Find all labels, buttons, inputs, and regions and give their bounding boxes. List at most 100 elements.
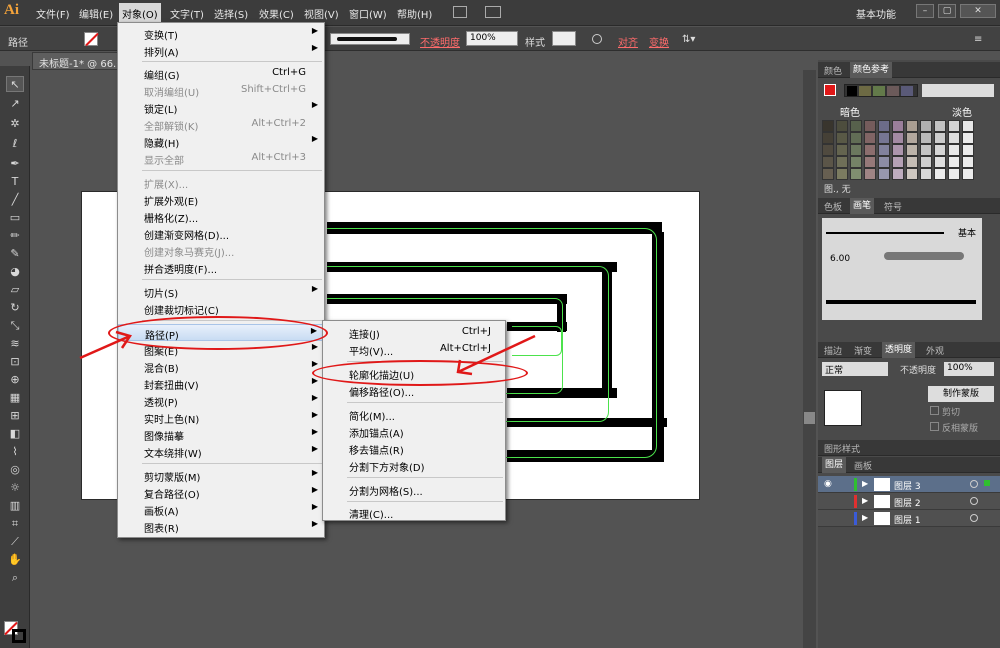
color-variation-swatch[interactable] [948,168,960,180]
isolate-icon[interactable]: ⇅▾ [682,34,695,45]
color-variation-swatch[interactable] [878,156,890,168]
blend-tool-icon[interactable]: ◎ [6,462,24,478]
transform-link[interactable]: 变换 [649,34,669,49]
layer-row[interactable]: ◉ ▶ 图层 3 [818,476,1000,493]
selection-tool-icon[interactable]: ↖ [6,76,24,92]
close-button[interactable]: ✕ [960,4,996,18]
eyedropper-tool-icon[interactable]: ⌇ [6,444,24,460]
menu-text[interactable]: 文字(T) [170,6,204,21]
tab-gradient[interactable]: 渐变 [854,344,872,357]
magic-wand-tool-icon[interactable]: ✲ [6,116,24,132]
menu-edit[interactable]: 编辑(E) [79,6,113,21]
color-variation-swatch[interactable] [850,144,862,156]
color-variation-swatch[interactable] [906,120,918,132]
color-variation-swatch[interactable] [850,132,862,144]
object-menu-perspective[interactable]: 透视(P) ▶ [118,392,324,409]
artboard-tool-icon[interactable]: ⌗ [6,516,24,532]
column-graph-tool-icon[interactable]: ▥ [6,498,24,514]
path-menu-clean-up[interactable]: 清理(C)... [323,504,505,521]
object-menu-lock[interactable]: 锁定(L) ▶ [118,99,324,116]
path-menu-simplify[interactable]: 简化(M)... [323,406,505,423]
workspace-switcher[interactable]: 基本功能 [856,6,896,21]
color-variation-swatch[interactable] [934,144,946,156]
color-variation-swatch[interactable] [962,132,974,144]
make-mask-button[interactable]: 制作蒙版 [928,386,994,402]
color-variation-swatch[interactable] [850,120,862,132]
color-variation-swatch[interactable] [948,120,960,132]
color-variation-swatch[interactable] [920,156,932,168]
slice-tool-icon[interactable]: ⟋ [6,534,24,550]
bridge-icon[interactable] [453,6,467,18]
align-link[interactable]: 对齐 [618,34,638,49]
color-variation-swatch[interactable] [836,120,848,132]
tab-color-guide[interactable]: 颜色参考 [850,62,893,78]
color-variation-swatch[interactable] [962,144,974,156]
arrange-documents-icon[interactable] [485,6,501,18]
color-variation-swatch[interactable] [850,156,862,168]
tab-artboards[interactable]: 画板 [854,459,872,472]
object-menu-rasterize[interactable]: 栅格化(Z)... [118,208,324,225]
object-menu-live-paint[interactable]: 实时上色(N) ▶ [118,409,324,426]
expand-arrow-icon[interactable]: ▶ [862,496,868,505]
pencil-tool-icon[interactable]: ✎ [6,246,24,262]
object-menu-transform[interactable]: 变换(T) ▶ [118,25,324,42]
object-menu-create-trim-marks[interactable]: 创建裁切标记(C) [118,300,324,317]
color-variation-swatch[interactable] [892,168,904,180]
object-menu-artboards[interactable]: 画板(A) ▶ [118,501,324,518]
tab-graphic-styles[interactable]: 图形样式 [824,442,860,455]
symbol-sprayer-tool-icon[interactable]: ☼ [6,480,24,496]
style-dropdown[interactable] [552,31,576,46]
warp-tool-icon[interactable]: ≋ [6,336,24,352]
object-menu-flatten-transparency[interactable]: 拼合透明度(F)... [118,259,324,276]
color-variation-swatch[interactable] [822,144,834,156]
object-menu-clipping-mask[interactable]: 剪切蒙版(M) ▶ [118,467,324,484]
object-menu-text-wrap[interactable]: 文本绕排(W) ▶ [118,443,324,460]
color-variation-swatch[interactable] [864,168,876,180]
color-variation-swatch[interactable] [892,120,904,132]
color-variation-swatch[interactable] [836,168,848,180]
opacity-link[interactable]: 不透明度 [420,34,460,49]
path-menu-divide-objects-below[interactable]: 分割下方对象(D) [323,457,505,474]
tab-appearance[interactable]: 外观 [926,344,944,357]
object-menu-graph[interactable]: 图表(R) ▶ [118,518,324,535]
target-icon[interactable] [970,497,978,505]
harmony-colors-strip[interactable] [844,84,918,97]
type-tool-icon[interactable]: T [6,174,24,190]
opacity-input[interactable]: 100% [944,362,994,376]
object-menu-blend[interactable]: 混合(B) ▶ [118,358,324,375]
recolor-icon[interactable] [592,34,602,44]
color-variation-swatch[interactable] [822,120,834,132]
color-variation-swatch[interactable] [836,132,848,144]
lasso-tool-icon[interactable]: ℓ [6,136,24,152]
color-variation-swatch[interactable] [878,120,890,132]
paintbrush-tool-icon[interactable]: ✏ [6,228,24,244]
gradient-tool-icon[interactable]: ◧ [6,426,24,442]
color-variation-swatch[interactable] [948,156,960,168]
color-variation-swatch[interactable] [962,168,974,180]
color-variation-swatch[interactable] [892,132,904,144]
expand-arrow-icon[interactable]: ▶ [862,513,868,522]
menu-effect[interactable]: 效果(C) [259,6,294,21]
eraser-tool-icon[interactable]: ▱ [6,282,24,298]
color-variation-swatch[interactable] [822,156,834,168]
color-variation-swatch[interactable] [822,132,834,144]
color-variation-swatch[interactable] [920,168,932,180]
color-variation-swatch[interactable] [920,120,932,132]
invert-mask-checkbox[interactable] [930,422,939,431]
tab-symbols[interactable]: 符号 [884,200,902,213]
scrollbar-thumb[interactable] [804,412,815,424]
shape-builder-tool-icon[interactable]: ⊕ [6,372,24,388]
canvas-scrollbar[interactable] [803,70,816,648]
brush-list[interactable]: 基本 6.00 [822,218,982,320]
tab-layers[interactable]: 图层 [822,457,847,473]
color-variation-swatch[interactable] [920,144,932,156]
color-variation-swatch[interactable] [822,168,834,180]
color-variation-swatch[interactable] [836,144,848,156]
tab-brushes[interactable]: 画笔 [850,198,875,214]
tab-transparency[interactable]: 透明度 [882,342,916,358]
object-menu-slice[interactable]: 切片(S) ▶ [118,283,324,300]
color-variation-swatch[interactable] [962,156,974,168]
menu-help[interactable]: 帮助(H) [397,6,432,21]
color-variation-swatch[interactable] [934,156,946,168]
color-variation-swatch[interactable] [948,132,960,144]
